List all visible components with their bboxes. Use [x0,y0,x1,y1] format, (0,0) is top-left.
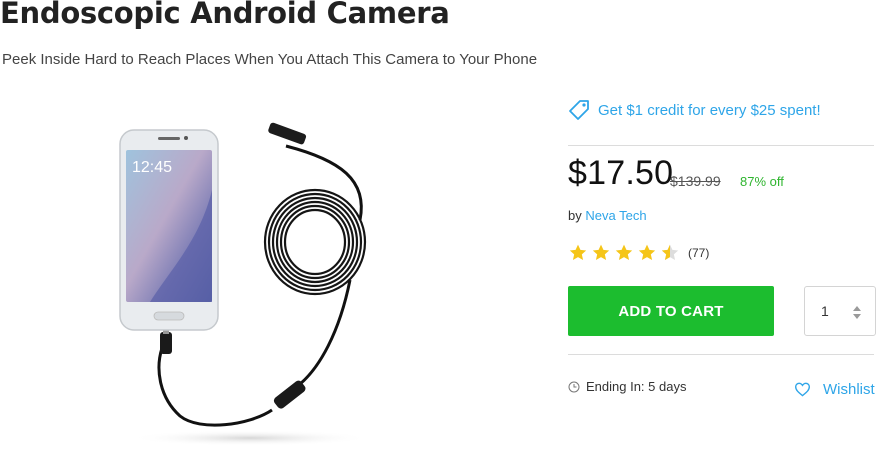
quantity-value[interactable]: 1 [821,303,829,319]
heart-icon [794,382,811,397]
star-icon [638,244,656,260]
sale-price: $17.50 [568,154,674,192]
product-subtitle: Peek Inside Hard to Reach Places When Yo… [2,51,538,68]
review-count: (77) [688,246,710,260]
price-tag-icon [569,100,589,120]
star-rating[interactable]: (77) [568,243,709,263]
star-icon [615,244,633,260]
seller-link[interactable]: Neva Tech [585,208,646,223]
seller-prefix: by [568,208,582,223]
divider [568,354,874,355]
star-icon [592,244,610,260]
original-price: $139.99 [670,173,721,189]
wishlist-button[interactable]: Wishlist [794,381,875,398]
promo-banner[interactable]: Get $1 credit for every $25 spent! [568,99,821,121]
wishlist-label: Wishlist [823,381,875,398]
decrement-arrow-icon[interactable] [853,314,861,319]
phone-clock: 12:45 [132,159,172,176]
seller-line: by Neva Tech [568,208,647,223]
discount-badge: 87% off [740,174,784,189]
clock-icon [568,381,580,392]
product-image: 12:45 [119,122,370,446]
promo-text: Get $1 credit for every $25 spent! [598,101,821,119]
sale-ending: Ending In: 5 days [568,379,686,394]
star-icon [569,244,587,260]
ending-text: Ending In: 5 days [586,379,687,394]
half-star-icon [661,244,679,260]
quantity-stepper[interactable]: 1 [804,286,876,336]
increment-arrow-icon[interactable] [853,306,861,311]
divider [568,145,874,146]
product-title: Endoscopic Android Camera [0,0,450,30]
add-to-cart-button[interactable]: ADD TO CART [568,286,774,336]
